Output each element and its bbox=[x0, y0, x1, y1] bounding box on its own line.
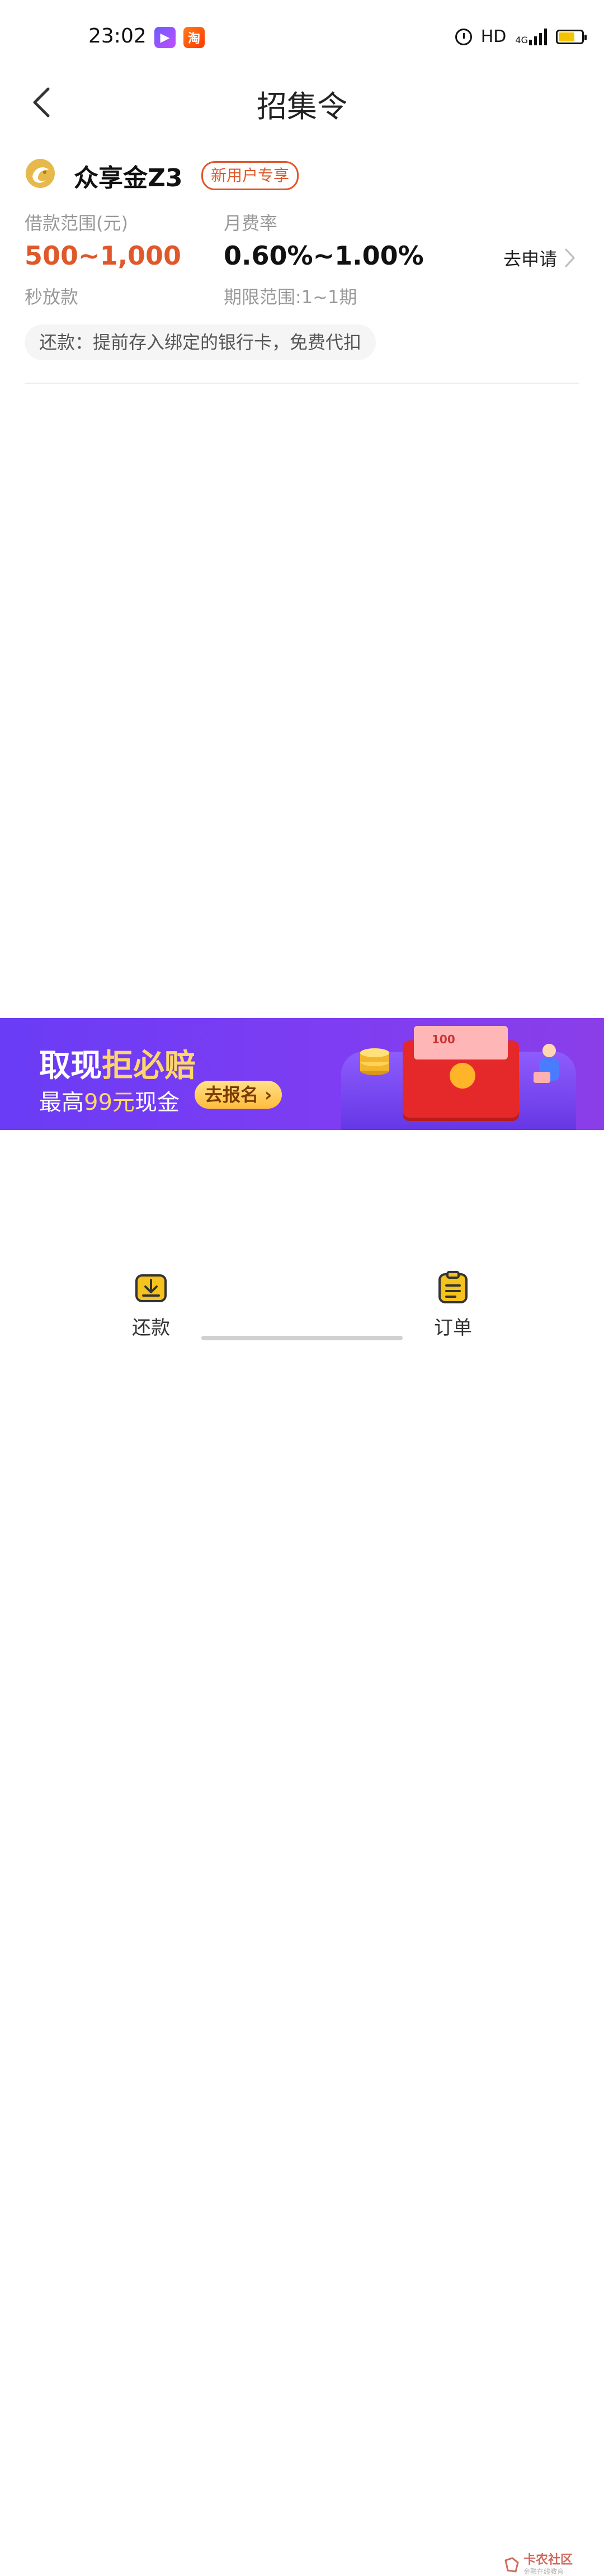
bottom-nav: 还款 订单 卡农社区 金融在线教育 bbox=[0, 1264, 604, 2575]
watermark: 卡农社区 金融在线教育 bbox=[503, 2554, 573, 2576]
promo-subline-prefix: 最高 bbox=[39, 1090, 84, 1115]
red-envelope-icon: 100 bbox=[403, 1026, 519, 1118]
promo-subline-suffix: 现金 bbox=[134, 1090, 180, 1115]
download-tray-icon bbox=[135, 1274, 167, 1302]
page-title: 招集令 bbox=[257, 89, 347, 124]
nav-label-repay: 还款 bbox=[132, 1317, 170, 1339]
term-note: 期限范围:1~1期 bbox=[224, 286, 357, 308]
watermark-subtext: 金融在线教育 bbox=[523, 2568, 564, 2575]
cellular-indicator: 4G bbox=[515, 28, 547, 45]
promo-banner[interactable]: 取现拒必赔 最高99元现金 去报名 › 100 bbox=[0, 1018, 604, 1130]
battery-level-fill bbox=[559, 32, 574, 41]
promo-subline: 最高99元现金 bbox=[39, 1084, 180, 1117]
coin-stack-icon bbox=[360, 1048, 389, 1075]
promo-subline-highlight: 99元 bbox=[84, 1090, 135, 1115]
taobao-app-icon: 淘 bbox=[183, 27, 205, 48]
promo-headline-highlight: 拒必赔 bbox=[102, 1048, 196, 1084]
page-header: 招集令 bbox=[0, 73, 604, 134]
apply-button[interactable]: 去申请 bbox=[503, 245, 576, 271]
chevron-right-icon bbox=[565, 248, 575, 267]
product-logo-icon bbox=[26, 159, 55, 188]
product-card[interactable]: 众享金Z3 新用户专享 借款范围(元) 月费率 500~1,000 0.60%~… bbox=[25, 151, 579, 383]
speed-note: 秒放款 bbox=[25, 286, 79, 308]
divider bbox=[25, 383, 579, 384]
person-illustration-icon bbox=[534, 1044, 559, 1083]
promo-headline-prefix: 取现 bbox=[39, 1048, 102, 1084]
clipboard-list-icon bbox=[438, 1271, 468, 1303]
signal-bars-icon bbox=[529, 28, 547, 45]
network-label: 4G bbox=[515, 34, 528, 45]
banknote-text: 100 bbox=[432, 1033, 455, 1046]
amount-value: 500~1,000 bbox=[25, 241, 182, 271]
video-app-icon: ▶ bbox=[154, 27, 176, 48]
home-indicator[interactable] bbox=[201, 1336, 403, 1340]
nav-label-orders: 订单 bbox=[434, 1317, 472, 1339]
status-bar: 23:02 ▶ 淘 HD 4G bbox=[0, 0, 604, 73]
alarm-clock-icon bbox=[455, 28, 472, 45]
nav-item-repay[interactable]: 还款 bbox=[117, 1270, 185, 1340]
chevron-right-icon: › bbox=[258, 1084, 272, 1105]
promo-headline: 取现拒必赔 bbox=[39, 1040, 196, 1086]
apply-label: 去申请 bbox=[503, 248, 557, 270]
status-indicators: HD 4G bbox=[455, 27, 587, 46]
signup-button-label: 去报名 bbox=[205, 1084, 259, 1105]
battery-icon bbox=[556, 29, 587, 44]
signup-button[interactable]: 去报名 › bbox=[195, 1081, 282, 1109]
rate-value: 0.60%~1.00% bbox=[224, 241, 424, 271]
repay-note-chip: 还款：提前存入绑定的银行卡，免费代扣 bbox=[25, 324, 376, 360]
watermark-text: 卡农社区 bbox=[523, 2553, 573, 2567]
new-user-badge: 新用户专享 bbox=[201, 161, 299, 190]
nav-item-orders[interactable]: 订单 bbox=[419, 1270, 487, 1340]
watermark-logo-icon bbox=[504, 2556, 519, 2573]
status-time: 23:02 bbox=[88, 25, 147, 48]
hd-label: HD bbox=[480, 27, 507, 46]
envelope-seal bbox=[450, 1063, 475, 1089]
amount-label: 借款范围(元) bbox=[25, 213, 128, 234]
product-name: 众享金Z3 bbox=[74, 164, 183, 192]
rate-label: 月费率 bbox=[224, 213, 278, 234]
